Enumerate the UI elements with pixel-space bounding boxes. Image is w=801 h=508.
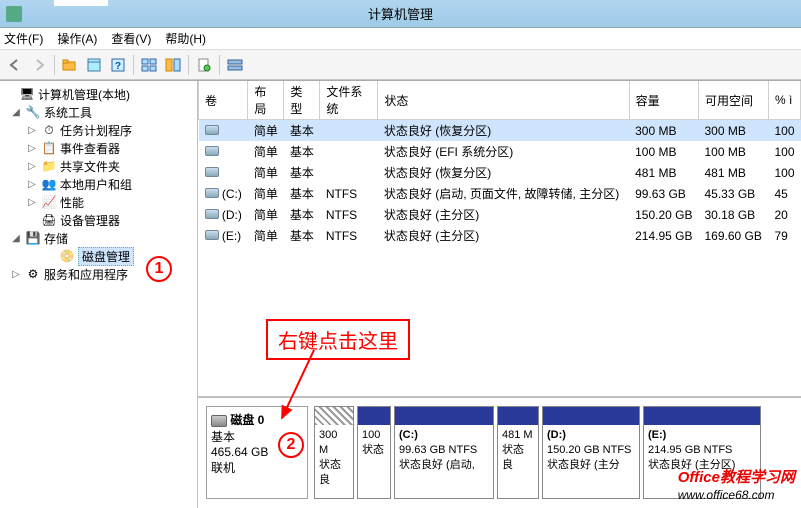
partition[interactable]: 300 M状态良 — [314, 406, 354, 499]
back-button[interactable] — [4, 54, 26, 76]
table-row[interactable]: 简单基本状态良好 (恢复分区) 300 MB300 MB100 — [199, 120, 801, 142]
tree-event-viewer[interactable]: ▷📋事件查看器 — [0, 139, 197, 157]
table-row[interactable]: (E:) 简单基本NTFS状态良好 (主分区) 214.95 GB169.60 … — [199, 225, 801, 246]
table-row[interactable]: 简单基本状态良好 (EFI 系统分区) 100 MB100 MB100 — [199, 141, 801, 162]
svg-text:?: ? — [115, 61, 121, 72]
refresh-button[interactable] — [193, 54, 215, 76]
menu-action[interactable]: 操作(A) — [57, 30, 97, 47]
volume-icon — [205, 125, 219, 135]
partition[interactable]: (D:)150.20 GB NTFS状态良好 (主分 — [542, 406, 640, 499]
props-button[interactable] — [83, 54, 105, 76]
window-title: 计算机管理 — [368, 4, 433, 23]
tree-root[interactable]: 🖥计算机管理(本地) — [0, 85, 197, 103]
partition[interactable]: 100状态 — [357, 406, 391, 499]
menu-help[interactable]: 帮助(H) — [165, 30, 206, 47]
app-icon — [6, 6, 22, 22]
menu-file[interactable]: 文件(F) — [4, 30, 43, 47]
volume-icon — [205, 146, 219, 156]
table-row[interactable]: 简单基本状态良好 (恢复分区) 481 MB481 MB100 — [199, 162, 801, 183]
watermark: Office教程学习网 www.office68.com — [678, 466, 795, 504]
sidebar-tree[interactable]: 🖥计算机管理(本地) ◢🔧系统工具 ▷⏱任务计划程序 ▷📋事件查看器 ▷📁共享文… — [0, 81, 198, 508]
views-button-1[interactable] — [138, 54, 160, 76]
col-layout[interactable]: 布局 — [248, 81, 284, 120]
tree-performance[interactable]: ▷📈性能 — [0, 193, 197, 211]
volume-icon — [205, 230, 219, 240]
table-row[interactable]: (C:) 简单基本NTFS状态良好 (启动, 页面文件, 故障转储, 主分区) … — [199, 183, 801, 204]
annotation-tip: 右键点击这里 — [266, 319, 410, 360]
partition[interactable]: (C:)99.63 GB NTFS状态良好 (启动, — [394, 406, 494, 499]
toolbar: ? — [0, 50, 801, 80]
volume-icon — [205, 167, 219, 177]
volume-icon — [205, 188, 219, 198]
col-fs[interactable]: 文件系统 — [320, 81, 378, 120]
menu-bar: 文件(F) 操作(A) 查看(V) 帮助(H) — [0, 28, 801, 50]
help-button[interactable]: ? — [107, 54, 129, 76]
partition[interactable]: 481 M状态良 — [497, 406, 539, 499]
tree-storage[interactable]: ◢💾存储 — [0, 229, 197, 247]
forward-button[interactable] — [28, 54, 50, 76]
tree-shared-folders[interactable]: ▷📁共享文件夹 — [0, 157, 197, 175]
disk-list-button[interactable] — [224, 54, 246, 76]
col-type[interactable]: 类型 — [284, 81, 320, 120]
tree-device-manager[interactable]: 🖨设备管理器 — [0, 211, 197, 229]
col-pct[interactable]: % ì — [768, 81, 800, 120]
col-status[interactable]: 状态 — [378, 81, 629, 120]
annotation-circle-2: 2 — [278, 432, 304, 458]
disk-icon — [211, 415, 227, 427]
col-capacity[interactable]: 容量 — [629, 81, 698, 120]
table-row[interactable]: (D:) 简单基本NTFS状态良好 (主分区) 150.20 GB30.18 G… — [199, 204, 801, 225]
up-button[interactable] — [59, 54, 81, 76]
tree-system-tools[interactable]: ◢🔧系统工具 — [0, 103, 197, 121]
tree-local-users[interactable]: ▷👥本地用户和组 — [0, 175, 197, 193]
title-bar: 计算机管理 — [0, 0, 801, 28]
col-free[interactable]: 可用空间 — [698, 81, 768, 120]
views-button-2[interactable] — [162, 54, 184, 76]
menu-view[interactable]: 查看(V) — [111, 30, 151, 47]
volume-table[interactable]: 卷 布局 类型 文件系统 状态 容量 可用空间 % ì 简单基本状态良好 (恢复… — [198, 81, 801, 246]
tree-task-scheduler[interactable]: ▷⏱任务计划程序 — [0, 121, 197, 139]
col-vol[interactable]: 卷 — [199, 81, 248, 120]
annotation-circle-1: 1 — [146, 256, 172, 282]
volume-icon — [205, 209, 219, 219]
